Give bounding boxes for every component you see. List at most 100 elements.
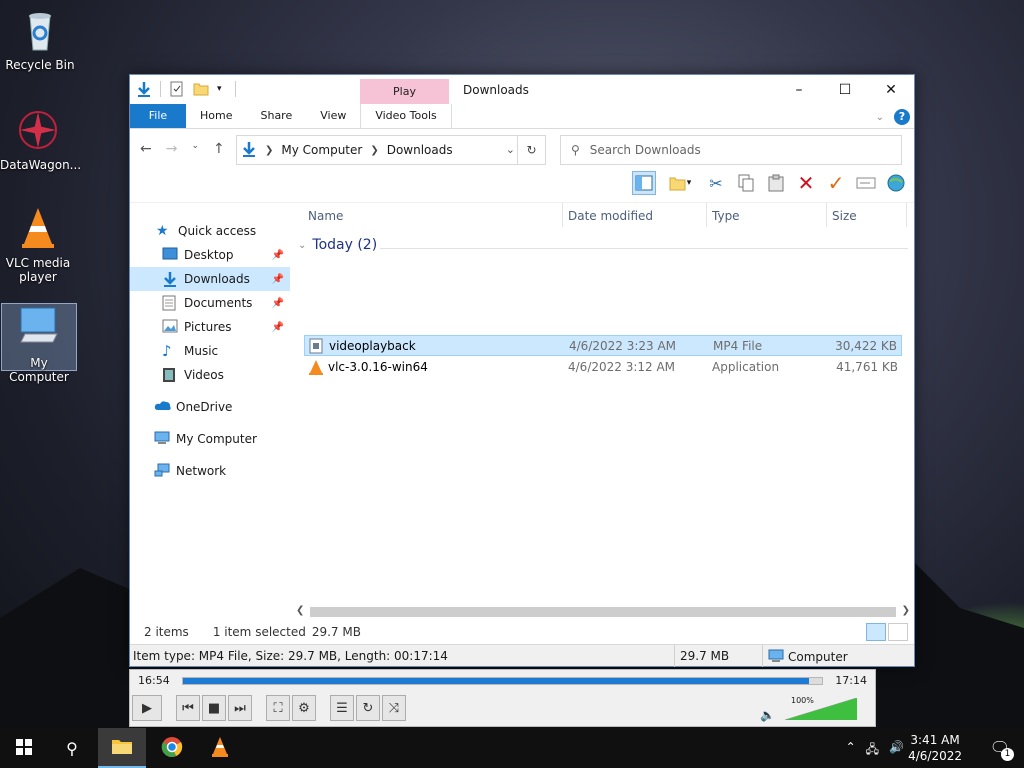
group-header-today[interactable]: ⌄ Today (2): [298, 237, 377, 253]
scroll-left-icon[interactable]: ❮: [296, 605, 304, 616]
shuffle-button[interactable]: ⤨: [382, 695, 406, 721]
clock[interactable]: 3:41 AM 4/6/2022: [908, 732, 962, 764]
nav-item-music[interactable]: ♪ Music: [130, 339, 290, 363]
extended-settings-button[interactable]: ⚙: [292, 695, 316, 721]
search-input[interactable]: Search Downloads: [590, 143, 701, 157]
tab-home[interactable]: Home: [186, 104, 246, 128]
file-row-vlc-installer[interactable]: vlc-3.0.16-win64 4/6/2022 3:12 AM Applic…: [304, 356, 902, 377]
nav-item-pictures[interactable]: Pictures 📌: [130, 315, 290, 339]
details-size: 29.7 MB: [680, 649, 730, 663]
search-button[interactable]: ⚲: [48, 728, 96, 768]
address-dropdown-icon[interactable]: ⌄: [506, 143, 515, 156]
tab-file[interactable]: File: [130, 104, 186, 128]
column-size[interactable]: Size: [832, 209, 857, 223]
vlc-icon: [14, 204, 62, 252]
loop-button[interactable]: ↻: [356, 695, 380, 721]
desktop-icon-vlc[interactable]: VLC media player: [0, 204, 76, 284]
nav-item-videos[interactable]: Videos: [130, 363, 290, 387]
vlc-controller: 16:54 17:14 ▶ ⏮ ■ ⏭ ⛶ ⚙ ☰ ↻ ⤨ 🔈 100%: [129, 669, 876, 727]
address-bar[interactable]: ❯ My Computer ❯ Downloads ⌄ ↻: [236, 135, 546, 165]
breadcrumb-my-computer[interactable]: My Computer: [281, 143, 362, 157]
stop-button[interactable]: ■: [202, 695, 226, 721]
up-icon[interactable]: ↑: [213, 141, 225, 157]
volume-icon[interactable]: 🔊: [889, 740, 904, 761]
preview-pane-icon[interactable]: [632, 171, 656, 195]
horizontal-scrollbar[interactable]: ❮ ❯: [296, 605, 910, 619]
play-button[interactable]: ▶: [132, 695, 162, 721]
start-button[interactable]: [0, 728, 48, 768]
speaker-icon[interactable]: 🔈: [760, 708, 775, 722]
column-name[interactable]: Name: [308, 209, 343, 223]
desktop-icon-my-computer[interactable]: My Computer: [1, 303, 77, 384]
tab-view[interactable]: View: [306, 104, 360, 128]
playlist-button[interactable]: ☰: [330, 695, 354, 721]
column-type[interactable]: Type: [712, 209, 740, 223]
scrollbar-thumb[interactable]: [310, 607, 896, 617]
fullscreen-button[interactable]: ⛶: [266, 695, 290, 721]
checkmark-icon[interactable]: ✓: [824, 171, 848, 195]
file-row-videoplayback[interactable]: videoplayback 4/6/2022 3:23 AM MP4 File …: [304, 335, 902, 356]
network-status-icon[interactable]: 🖧: [866, 740, 879, 761]
column-divider[interactable]: [906, 203, 907, 227]
paste-icon[interactable]: [764, 171, 788, 195]
nav-item-onedrive[interactable]: OneDrive: [130, 395, 290, 419]
notifications-button[interactable]: 🗨 1: [990, 738, 1014, 761]
refresh-icon[interactable]: ↻: [517, 136, 545, 164]
downloads-location-icon: [241, 141, 257, 160]
breadcrumb-separator-icon: ❯: [265, 144, 274, 156]
globe-icon[interactable]: [884, 171, 908, 195]
search-box[interactable]: ⚲ Search Downloads: [560, 135, 902, 165]
minimize-button[interactable]: –: [776, 75, 822, 105]
properties-icon[interactable]: [169, 81, 185, 97]
copy-icon[interactable]: [734, 171, 758, 195]
volume-slider[interactable]: 100%: [784, 696, 858, 721]
breadcrumb-downloads[interactable]: Downloads: [387, 143, 453, 157]
large-icons-view-icon[interactable]: [888, 623, 908, 641]
datawagon-icon: [14, 106, 62, 154]
details-view-icon[interactable]: [866, 623, 886, 641]
previous-button[interactable]: ⏮: [176, 695, 200, 721]
downloads-arrow-icon[interactable]: [136, 81, 152, 97]
scroll-right-icon[interactable]: ❯: [902, 605, 910, 616]
delete-icon[interactable]: ✕: [794, 171, 818, 195]
nav-item-quick-access[interactable]: ★ Quick access: [130, 219, 290, 243]
recent-locations-icon[interactable]: ⌄: [191, 141, 199, 157]
taskbar-vlc[interactable]: [196, 728, 244, 768]
ribbon-right-controls: ⌄ ?: [876, 109, 910, 125]
new-folder-menu-icon[interactable]: ▾: [662, 171, 698, 195]
desktop-icon-datawagon[interactable]: DataWagon...: [0, 106, 81, 172]
nav-item-documents[interactable]: Documents 📌: [130, 291, 290, 315]
taskbar-file-explorer[interactable]: [98, 728, 146, 768]
column-date-modified[interactable]: Date modified: [568, 209, 653, 223]
chrome-icon: [161, 736, 183, 761]
next-button[interactable]: ⏭: [228, 695, 252, 721]
tab-share[interactable]: Share: [246, 104, 306, 128]
collapse-chevron-icon[interactable]: ⌄: [298, 240, 306, 251]
expand-ribbon-icon[interactable]: ⌄: [876, 112, 884, 123]
help-icon[interactable]: ?: [894, 109, 910, 125]
seek-progress: [183, 678, 810, 684]
desktop-icon-recycle-bin[interactable]: Recycle Bin: [2, 6, 78, 72]
file-date: 4/6/2022 3:23 AM: [569, 338, 677, 353]
taskbar-chrome[interactable]: [148, 728, 196, 768]
tab-video-tools[interactable]: Video Tools: [360, 104, 452, 128]
rename-icon[interactable]: [854, 171, 878, 195]
back-icon[interactable]: ←: [140, 141, 152, 157]
column-divider[interactable]: [706, 203, 707, 227]
nav-arrows: ← → ⌄ ↑: [140, 141, 225, 157]
close-button[interactable]: ✕: [868, 75, 914, 105]
customize-dropdown-icon[interactable]: ▾: [217, 81, 227, 97]
nav-item-downloads[interactable]: Downloads 📌: [130, 267, 290, 291]
new-folder-icon[interactable]: [193, 81, 209, 97]
seek-bar[interactable]: [182, 677, 823, 685]
column-divider[interactable]: [562, 203, 563, 227]
nav-item-network[interactable]: Network: [130, 459, 290, 483]
column-divider[interactable]: [826, 203, 827, 227]
cut-icon[interactable]: ✂: [704, 171, 728, 195]
nav-item-desktop[interactable]: Desktop 📌: [130, 243, 290, 267]
play-context-tab[interactable]: Play: [360, 79, 449, 105]
nav-item-my-computer[interactable]: My Computer: [130, 427, 290, 451]
maximize-button[interactable]: ☐: [822, 75, 868, 105]
forward-icon[interactable]: →: [166, 141, 178, 157]
show-hidden-icons-icon[interactable]: ⌃: [846, 740, 856, 761]
